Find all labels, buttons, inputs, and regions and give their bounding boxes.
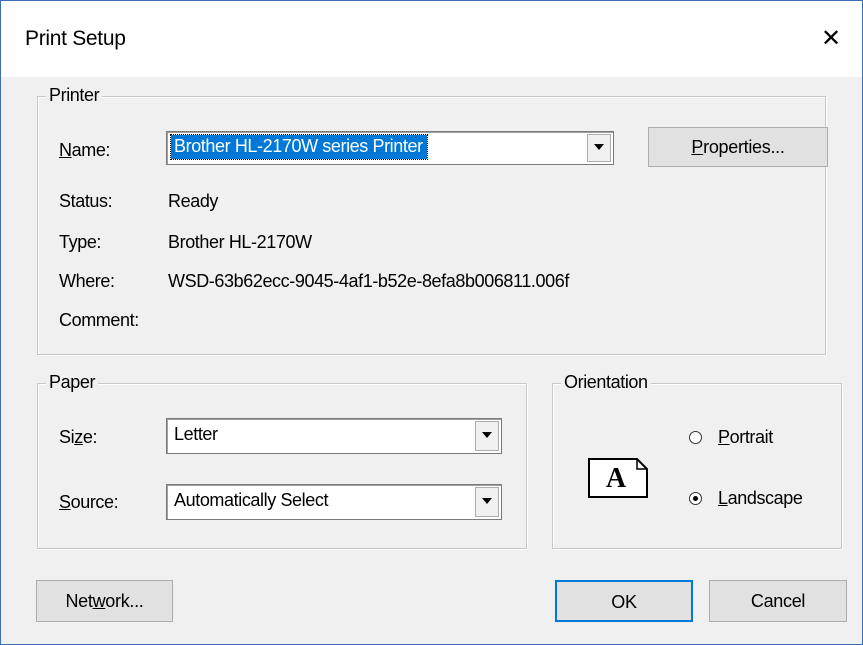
landscape-label[interactable]: Landscape xyxy=(718,488,803,509)
chevron-down-icon xyxy=(482,498,492,504)
paper-group: Paper Size: Letter Source: Automatically… xyxy=(37,372,527,549)
comment-label: Comment: xyxy=(59,310,139,330)
page-icon-letter: A xyxy=(605,463,627,494)
cancel-button[interactable]: Cancel xyxy=(709,580,847,622)
paper-size-value: Letter xyxy=(174,424,218,444)
size-label: Size: xyxy=(59,427,98,447)
orientation-group: Orientation A Portrait Landscape xyxy=(552,372,842,549)
paper-group-label: Paper xyxy=(46,372,99,393)
landscape-radio[interactable] xyxy=(689,492,702,505)
type-label: Type: xyxy=(59,232,102,252)
orientation-group-label: Orientation xyxy=(561,372,651,393)
chevron-down-icon xyxy=(482,432,492,438)
where-value: WSD-63b62ecc-9045-4af1-b52e-8efa8b006811… xyxy=(168,271,569,291)
properties-button[interactable]: Properties... xyxy=(648,127,828,167)
paper-size-select[interactable]: Letter xyxy=(166,418,502,454)
type-value: Brother HL-2170W xyxy=(168,232,312,252)
print-setup-dialog: Print Setup ✕ Printer Name: Brother HL-2… xyxy=(0,0,863,645)
chevron-down-icon xyxy=(594,144,604,150)
ok-button[interactable]: OK xyxy=(555,580,693,622)
printer-name-value: Brother HL-2170W series Printer xyxy=(170,134,428,160)
name-label: Name: xyxy=(59,140,111,160)
printer-name-dropdown-button[interactable] xyxy=(587,134,611,162)
close-icon: ✕ xyxy=(820,25,842,52)
paper-source-dropdown-button[interactable] xyxy=(475,487,499,517)
status-label: Status: xyxy=(59,191,113,211)
portrait-label[interactable]: Portrait xyxy=(718,427,773,448)
dialog-title: Print Setup xyxy=(25,27,126,50)
close-button[interactable]: ✕ xyxy=(800,9,862,69)
where-label: Where: xyxy=(59,271,115,291)
printer-group: Printer Name: Brother HL-2170W series Pr… xyxy=(37,85,828,355)
network-button[interactable]: Network... xyxy=(36,580,173,622)
printer-group-label: Printer xyxy=(46,85,103,106)
title-bar: Print Setup ✕ xyxy=(1,1,862,77)
landscape-page-icon: A xyxy=(588,458,648,498)
source-label: Source: xyxy=(59,492,119,512)
printer-name-select[interactable]: Brother HL-2170W series Printer xyxy=(166,131,614,165)
paper-source-value: Automatically Select xyxy=(174,490,329,510)
status-value: Ready xyxy=(168,191,219,211)
portrait-radio[interactable] xyxy=(689,431,702,444)
radio-selected-dot xyxy=(693,496,698,501)
paper-source-select[interactable]: Automatically Select xyxy=(166,484,502,520)
paper-size-dropdown-button[interactable] xyxy=(475,421,499,451)
